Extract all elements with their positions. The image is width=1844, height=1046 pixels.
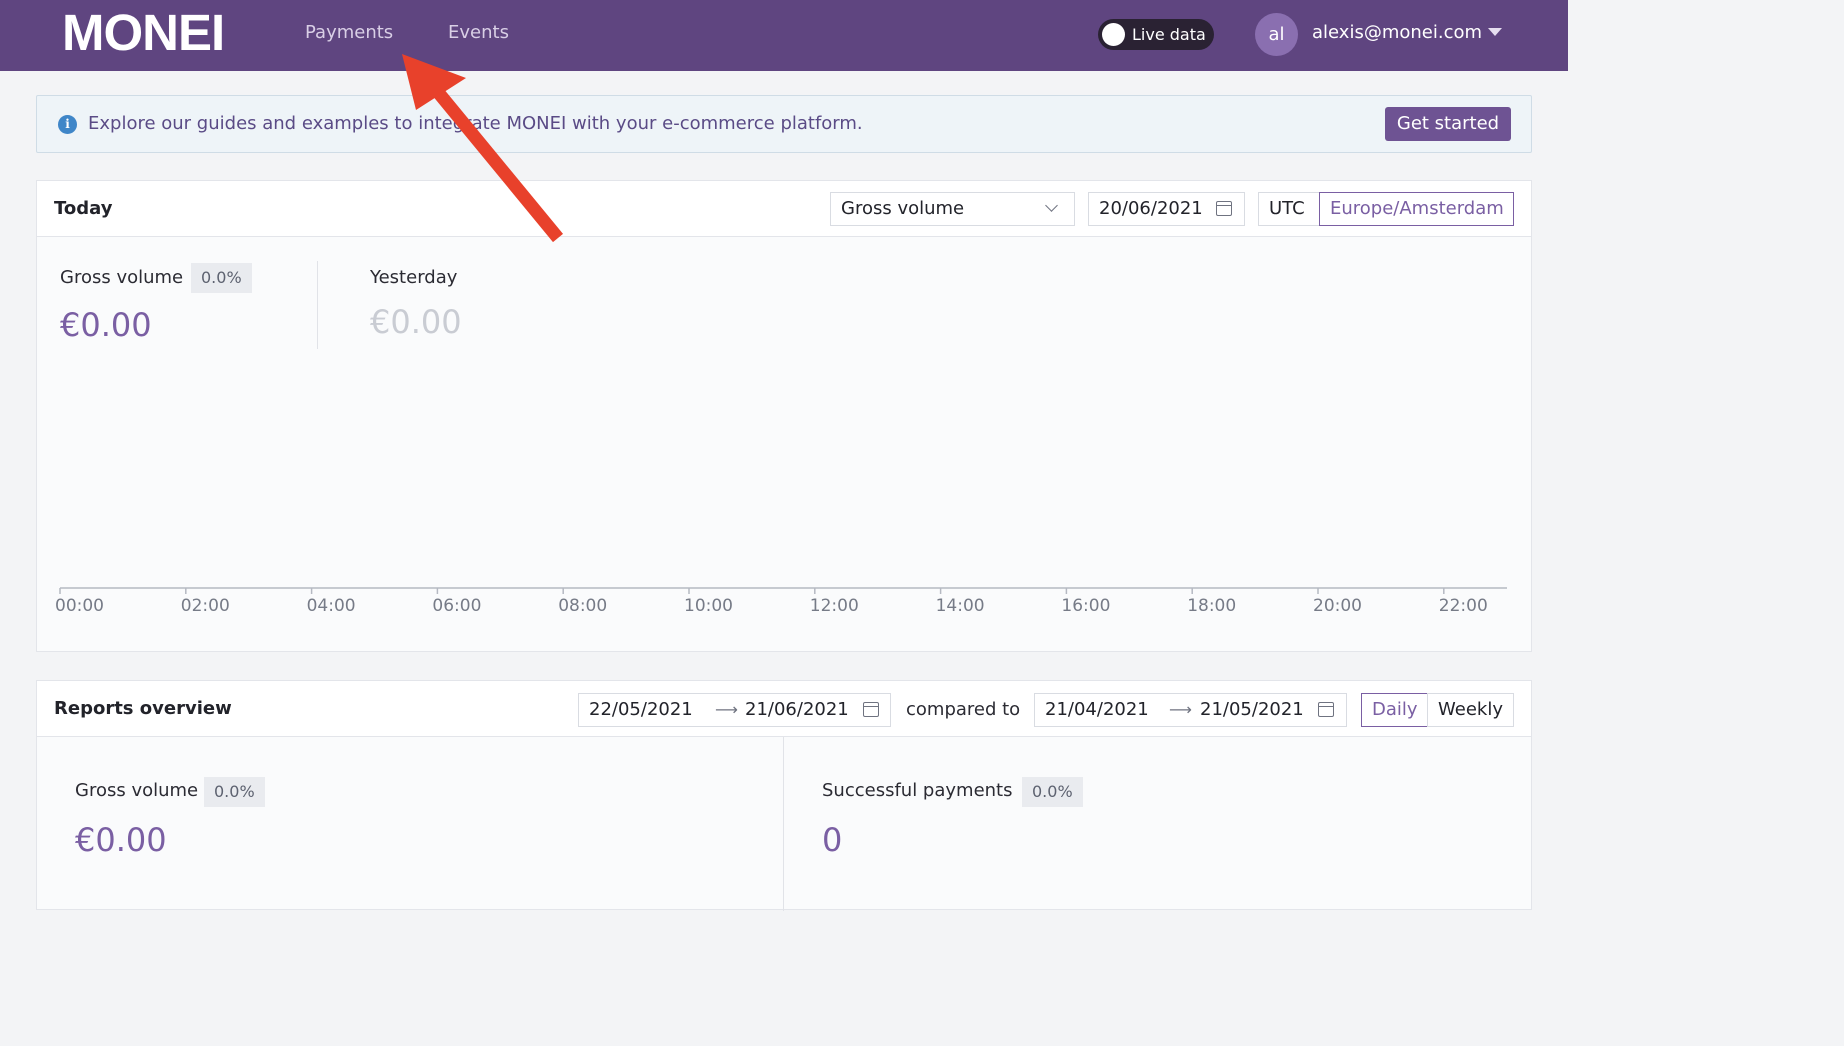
info-icon: i <box>58 115 77 134</box>
info-banner: i Explore our guides and examples to int… <box>36 95 1532 153</box>
live-data-toggle[interactable]: Live data <box>1098 19 1214 50</box>
gross-volume-amount: €0.00 <box>60 306 152 344</box>
nav-payments[interactable]: Payments <box>305 21 393 45</box>
gross-volume-change-badge: 0.0% <box>191 263 252 293</box>
date-picker[interactable]: 20/06/2021 <box>1088 192 1245 226</box>
metric-select-value: Gross volume <box>841 198 965 219</box>
banner-message: Explore our guides and examples to integ… <box>88 113 863 134</box>
compared-to-label: compared to <box>906 699 1021 720</box>
x-axis-tick-label: 10:00 <box>684 596 733 616</box>
nav-events[interactable]: Events <box>448 21 509 45</box>
report-gross-volume-change-badge: 0.0% <box>204 777 265 807</box>
x-axis-tick-label: 00:00 <box>55 596 104 616</box>
daily-button[interactable]: Daily <box>1361 693 1428 727</box>
successful-payments-label: Successful payments <box>822 780 1013 801</box>
daily-label: Daily <box>1372 699 1418 720</box>
compare-date-range[interactable]: 21/04/2021 ⟶ 21/05/2021 <box>1034 693 1347 727</box>
get-started-button[interactable]: Get started <box>1385 107 1511 141</box>
report-gross-volume-label: Gross volume <box>75 780 199 801</box>
x-axis-tick-label: 22:00 <box>1438 596 1488 616</box>
yesterday-label: Yesterday <box>370 267 458 288</box>
x-axis-tick-label: 04:00 <box>306 596 356 616</box>
date-value: 20/06/2021 <box>1099 198 1203 219</box>
x-axis-tick-label: 02:00 <box>180 596 230 616</box>
x-axis-tick-label: 08:00 <box>558 596 608 616</box>
reports-title: Reports overview <box>54 698 232 719</box>
x-axis-tick-label: 06:00 <box>432 596 482 616</box>
tz-utc-label: UTC <box>1269 198 1305 219</box>
x-axis-tick-label: 16:00 <box>1061 596 1111 616</box>
today-card-header: Today Gross volume 20/06/2021 UTC Europe… <box>37 181 1531 237</box>
reports-card: Reports overview 22/05/2021 ⟶ 21/06/2021… <box>36 680 1532 911</box>
range-arrow-icon: ⟶ <box>715 700 738 719</box>
metric-divider <box>317 261 318 349</box>
reports-card-header: Reports overview 22/05/2021 ⟶ 21/06/2021… <box>37 681 1531 737</box>
today-title: Today <box>54 198 113 219</box>
calendar-icon <box>1216 201 1232 216</box>
compare-end: 21/05/2021 <box>1200 699 1304 720</box>
monei-logo[interactable]: MONEI <box>62 7 225 58</box>
x-axis-tick-label: 20:00 <box>1313 596 1362 616</box>
user-avatar[interactable]: al <box>1255 13 1298 56</box>
report-date-range[interactable]: 22/05/2021 ⟶ 21/06/2021 <box>578 693 891 727</box>
live-data-label: Live data <box>1132 25 1206 44</box>
calendar-icon <box>1318 702 1334 717</box>
tz-amsterdam-label: Europe/Amsterdam <box>1330 198 1504 219</box>
chevron-down-icon <box>1045 199 1058 212</box>
compare-arrow-icon: ⟶ <box>1169 700 1192 719</box>
top-navigation-bar: MONEI Payments Events Live data al alexi… <box>0 0 1568 71</box>
report-gross-volume-amount: €0.00 <box>75 821 167 859</box>
range-start: 22/05/2021 <box>589 699 693 720</box>
metric-select[interactable]: Gross volume <box>830 192 1075 226</box>
compare-start: 21/04/2021 <box>1045 699 1149 720</box>
tz-amsterdam-button[interactable]: Europe/Amsterdam <box>1319 192 1514 226</box>
successful-payments-count: 0 <box>822 821 843 859</box>
x-axis-tick-label: 18:00 <box>1187 596 1237 616</box>
today-card: Today Gross volume 20/06/2021 UTC Europe… <box>36 180 1532 652</box>
calendar-icon <box>863 702 879 717</box>
weekly-label: Weekly <box>1438 699 1503 720</box>
yesterday-amount: €0.00 <box>370 303 462 341</box>
gross-volume-label: Gross volume <box>60 267 184 288</box>
x-axis-tick-label: 12:00 <box>809 596 859 616</box>
toggle-knob <box>1102 23 1125 46</box>
user-menu[interactable]: alexis@monei.com <box>1312 21 1482 45</box>
successful-payments-change-badge: 0.0% <box>1022 777 1083 807</box>
weekly-button[interactable]: Weekly <box>1427 693 1514 727</box>
range-end: 21/06/2021 <box>745 699 849 720</box>
report-divider <box>783 737 784 911</box>
x-axis-tick-label: 14:00 <box>935 596 985 616</box>
caret-down-icon[interactable] <box>1488 28 1502 36</box>
today-chart-axis <box>59 587 1507 594</box>
tz-utc-button[interactable]: UTC <box>1258 192 1320 226</box>
